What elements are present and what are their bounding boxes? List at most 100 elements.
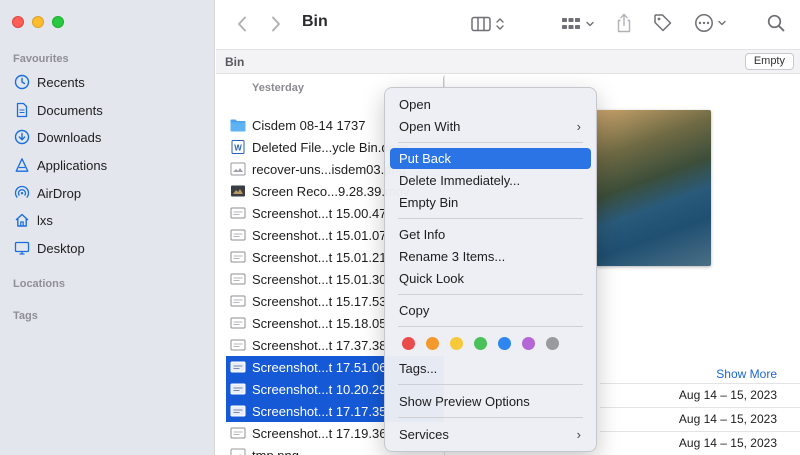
path-bar: Bin Empty — [216, 49, 800, 74]
sidebar-item-recents[interactable]: Recents — [14, 71, 85, 93]
window-title: Bin — [302, 13, 328, 30]
airdrop-icon — [14, 185, 30, 198]
close-window-button[interactable] — [12, 16, 24, 28]
divider — [600, 383, 800, 384]
menu-separator — [398, 294, 583, 295]
menu-separator — [398, 142, 583, 143]
chevron-left-icon — [238, 16, 246, 32]
sidebar-item-desktop[interactable]: Desktop — [14, 237, 85, 259]
share-icon — [617, 13, 631, 33]
columns-view-icon — [471, 16, 491, 32]
video-file-icon — [230, 184, 246, 198]
chevron-right-icon: › — [576, 427, 581, 442]
zoom-window-button[interactable] — [52, 16, 64, 28]
tag-color-dot[interactable] — [402, 337, 415, 350]
toolbar: Bin — [216, 0, 800, 48]
favourites-header: Favourites — [13, 53, 69, 65]
menu-item-services[interactable]: Services › — [390, 424, 591, 445]
menu-item-open[interactable]: Open — [390, 94, 591, 115]
menu-item-show-preview-options[interactable]: Show Preview Options — [390, 391, 591, 412]
grid-icon — [562, 18, 580, 29]
forward-button[interactable] — [268, 14, 284, 34]
menu-item-label: Delete Immediately... — [399, 173, 521, 188]
empty-bin-button[interactable]: Empty — [744, 53, 794, 70]
document-icon — [16, 102, 28, 118]
menu-item-empty-bin[interactable]: Empty Bin — [390, 192, 591, 213]
menu-item-rename[interactable]: Rename 3 Items... — [390, 246, 591, 267]
menu-item-label: Open With — [399, 119, 461, 134]
preview-thumbnail — [595, 110, 711, 266]
date-range: Aug 14 – 15, 2023 — [678, 436, 777, 450]
screenshot-file-icon — [230, 338, 246, 352]
menu-item-quick-look[interactable]: Quick Look — [390, 268, 591, 289]
menu-item-put-back[interactable]: Put Back — [390, 148, 591, 169]
file-name: Screenshot...t 15.17.53 — [252, 293, 387, 309]
locations-header: Locations — [13, 278, 65, 290]
path-crumb-bin[interactable]: Bin — [225, 55, 244, 69]
sidebar-item-label: Documents — [37, 102, 103, 118]
sidebar: Favourites Recents Documents Downloads A… — [0, 0, 215, 455]
sidebar-item-label: lxs — [37, 212, 53, 228]
show-more-link[interactable]: Show More — [716, 367, 777, 381]
file-name: Screenshot...t 10.20.29 — [252, 381, 387, 397]
tags-header: Tags — [13, 310, 38, 322]
sidebar-item-airdrop[interactable]: AirDrop — [14, 182, 81, 204]
svg-text:W: W — [234, 144, 242, 153]
word-file-icon: W — [230, 140, 246, 154]
file-name: Screenshot...t 17.37.38 — [252, 337, 387, 353]
search-icon — [767, 14, 785, 32]
screenshot-file-icon — [230, 294, 246, 308]
screenshot-file-icon — [230, 272, 246, 286]
screenshot-file-icon — [230, 360, 246, 374]
search-button[interactable] — [764, 12, 788, 34]
group-by-button[interactable] — [558, 13, 598, 35]
menu-item-label: Get Info — [399, 227, 446, 242]
sidebar-item-label: Downloads — [37, 129, 102, 145]
back-button[interactable] — [234, 14, 250, 34]
menu-item-delete-immediately[interactable]: Delete Immediately... — [390, 170, 591, 191]
file-name: Screenshot...t 15.18.05 — [252, 315, 387, 331]
image-file-icon — [230, 162, 246, 176]
menu-separator — [398, 417, 583, 418]
sidebar-item-label: Recents — [37, 74, 85, 90]
chevron-down-icon — [586, 21, 594, 27]
sidebar-item-lxs[interactable]: lxs — [14, 209, 53, 231]
file-name: Screenshot...t 17.51.06 — [252, 359, 387, 375]
sidebar-item-documents[interactable]: Documents — [14, 99, 103, 121]
file-name: Screenshot...t 15.01.30 — [252, 271, 387, 287]
action-menu-button[interactable] — [692, 12, 728, 34]
chevron-right-icon — [272, 16, 280, 32]
group-header-yesterday: Yesterday — [252, 82, 304, 94]
share-button[interactable] — [614, 11, 634, 35]
menu-item-label: Open — [399, 97, 431, 112]
sidebar-item-downloads[interactable]: Downloads — [14, 126, 101, 148]
tag-color-dot[interactable] — [522, 337, 535, 350]
menu-item-label: Show Preview Options — [399, 394, 530, 409]
menu-item-get-info[interactable]: Get Info — [390, 224, 591, 245]
view-mode-button[interactable] — [468, 13, 508, 35]
menu-item-copy[interactable]: Copy — [390, 300, 591, 321]
menu-item-tags[interactable]: Tags... — [390, 358, 591, 379]
divider — [600, 431, 800, 432]
folder-file-icon — [230, 118, 246, 132]
sidebar-item-label: Applications — [37, 157, 108, 173]
tags-button[interactable] — [651, 12, 675, 34]
sidebar-item-applications[interactable]: Applications — [14, 154, 107, 176]
tag-color-dot[interactable] — [426, 337, 439, 350]
tag-color-dot[interactable] — [546, 337, 559, 350]
screenshot-file-icon — [230, 426, 246, 440]
menu-separator — [398, 218, 583, 219]
menu-item-open-with[interactable]: Open With › — [390, 116, 591, 137]
divider — [600, 407, 800, 408]
minimize-window-button[interactable] — [32, 16, 44, 28]
sidebar-item-label: Desktop — [37, 240, 85, 256]
tag-color-dot[interactable] — [474, 337, 487, 350]
tag-color-dot[interactable] — [498, 337, 511, 350]
file-name: Screenshot...t 15.01.21 — [252, 249, 387, 265]
screenshot-file-icon — [230, 382, 246, 396]
home-icon — [15, 213, 29, 227]
file-name: Screenshot...t 17.19.36 — [252, 425, 387, 441]
tag-color-dot[interactable] — [450, 337, 463, 350]
menu-separator — [398, 326, 583, 327]
chevron-down-icon — [717, 20, 726, 26]
